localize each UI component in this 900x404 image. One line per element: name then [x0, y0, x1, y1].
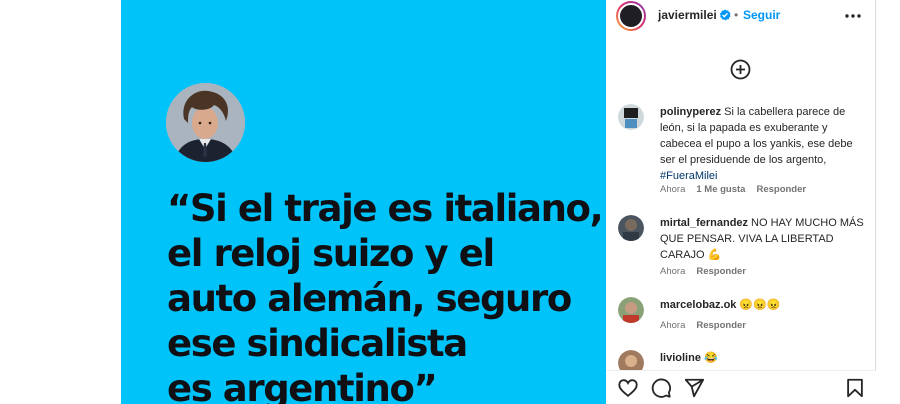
- post-sidebar: javiermilei • Seguir polinyperez Si la ca…: [606, 0, 876, 404]
- avatar-icon: [618, 104, 644, 130]
- comment-time: Ahora: [660, 320, 686, 331]
- commenter-avatar[interactable]: [618, 297, 644, 323]
- comment-likes[interactable]: 1 Me gusta: [696, 184, 745, 195]
- quote-line: “Si el traje es italiano,: [167, 187, 604, 230]
- comment-username[interactable]: livioline: [660, 352, 701, 364]
- post-image: “Si el traje es italiano, el reloj suizo…: [121, 0, 606, 404]
- author-username[interactable]: javiermilei: [658, 8, 717, 22]
- post-quote: “Si el traje es italiano, el reloj suizo…: [167, 186, 604, 404]
- comment-text: mirtal_fernandez NO HAY MUCHO MÁS QUE PEN…: [660, 215, 870, 263]
- reply-button[interactable]: Responder: [696, 266, 746, 277]
- more-horizontal-icon[interactable]: [843, 6, 863, 26]
- reply-button[interactable]: Responder: [696, 320, 746, 331]
- commenter-avatar[interactable]: [618, 215, 644, 241]
- plus-circle-icon[interactable]: [730, 59, 751, 80]
- author-photo-icon: [166, 83, 245, 162]
- comment-username[interactable]: marcelobaz.ok: [660, 299, 736, 311]
- author-photo: [166, 83, 245, 162]
- quote-line: el reloj suizo y el: [167, 232, 495, 275]
- bookmark-icon[interactable]: [844, 377, 866, 399]
- follow-button[interactable]: Seguir: [743, 8, 780, 22]
- comment-username[interactable]: mirtal_fernandez: [660, 217, 748, 229]
- share-icon[interactable]: [683, 377, 705, 399]
- comment-text: marcelobaz.ok 😠😠😠: [660, 297, 870, 313]
- comment-time: Ahora: [660, 184, 686, 195]
- commenter-avatar[interactable]: [618, 104, 644, 130]
- reply-button[interactable]: Responder: [756, 184, 806, 195]
- avatar-icon: [618, 215, 644, 241]
- verified-badge-icon: [719, 9, 731, 21]
- comment-meta: Ahora 1 Me gusta Responder: [660, 184, 817, 195]
- author-avatar[interactable]: [616, 1, 646, 31]
- post-header: javiermilei • Seguir: [606, 0, 876, 32]
- comment-content: 😂: [703, 352, 718, 364]
- comment-content: 😠😠😠: [739, 299, 781, 311]
- heart-icon[interactable]: [617, 377, 639, 399]
- comment-text: livioline 😂: [660, 350, 870, 366]
- comment-username[interactable]: polinyperez: [660, 106, 721, 118]
- comment-icon[interactable]: [650, 377, 672, 399]
- post-actions: [606, 370, 876, 404]
- quote-line: es argentino”: [167, 367, 438, 404]
- header-separator: •: [734, 8, 739, 22]
- avatar-icon: [618, 297, 644, 323]
- comment-meta: Ahora Responder: [660, 320, 757, 331]
- comment-hashtag[interactable]: #FueraMilei: [660, 170, 717, 182]
- comment-time: Ahora: [660, 266, 686, 277]
- comment-meta: Ahora Responder: [660, 266, 757, 277]
- quote-line: ese sindicalista: [167, 322, 468, 365]
- comment-text: polinyperez Si la cabellera parece de leó…: [660, 104, 870, 184]
- quote-line: auto alemán, seguro: [167, 277, 572, 320]
